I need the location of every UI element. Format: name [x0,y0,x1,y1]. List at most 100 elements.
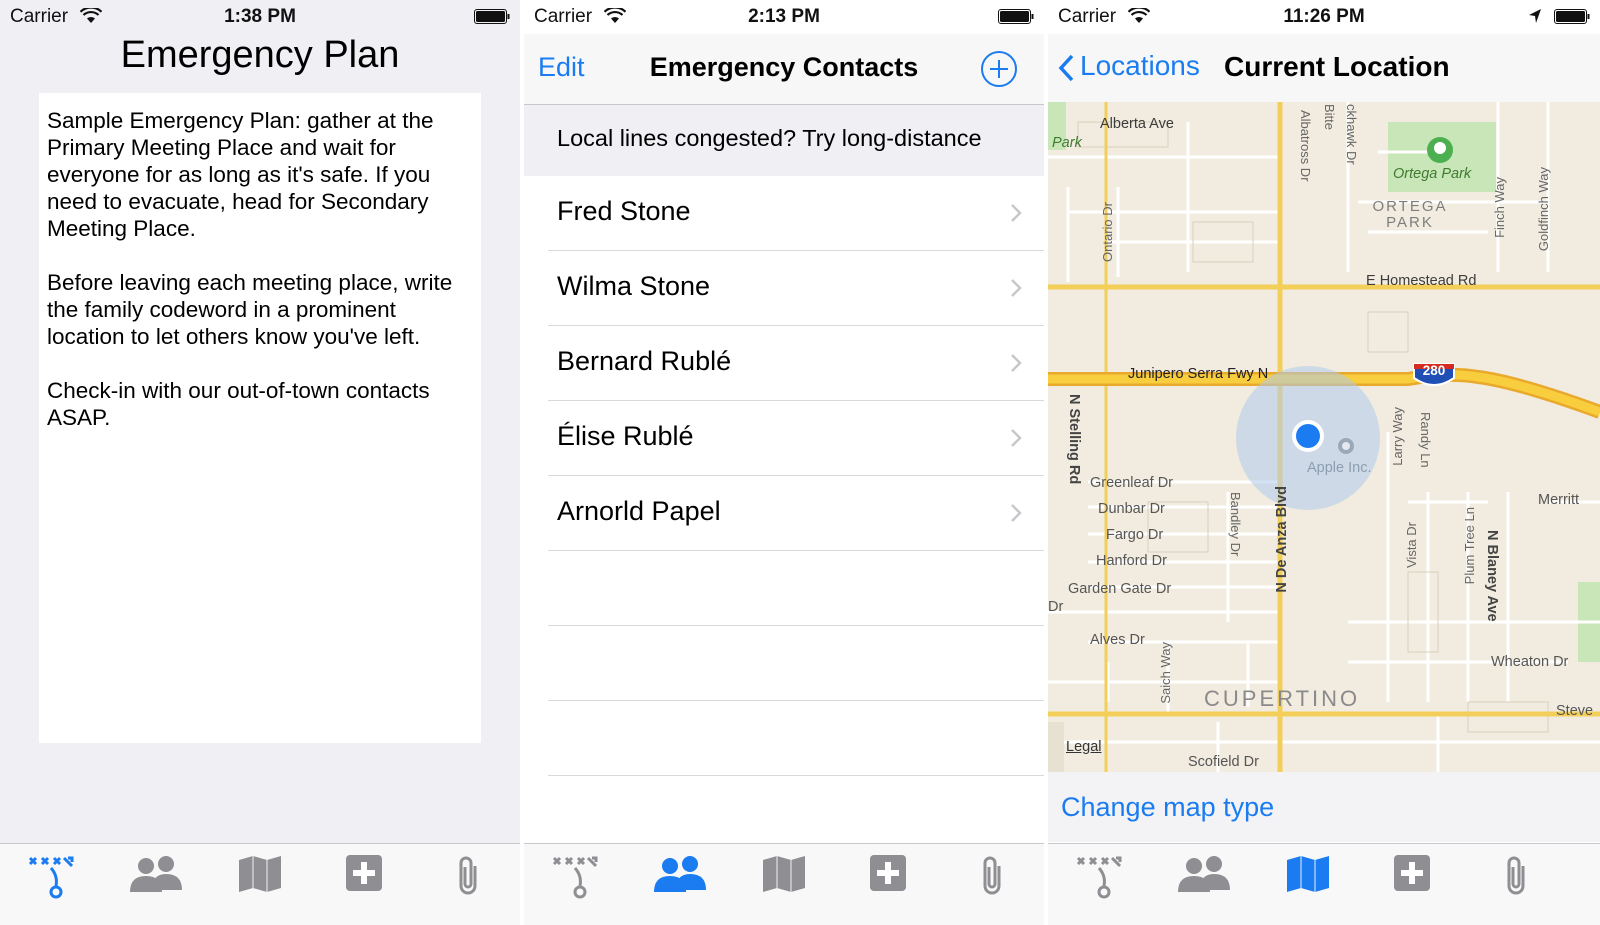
map-label: E Homestead Rd [1366,273,1477,289]
status-bar: Carrier 1:38 PM [0,0,520,34]
map-label: Saich Way [1158,642,1173,704]
folded-map-icon [1287,856,1329,892]
folded-map-icon [239,856,281,892]
battery-icon [998,9,1034,24]
navigation-bar: Edit Emergency Contacts [524,34,1044,105]
map-label: Dr [1048,599,1064,615]
map-label: Alves Dr [1090,632,1145,648]
map-label: Plum Tree Ln [1462,507,1477,585]
chevron-right-icon [1011,204,1022,222]
map-label: Greenleaf Dr [1090,475,1174,491]
paperclip-icon [983,856,1001,895]
empty-row [548,551,1044,626]
tab-firstaid[interactable] [1377,854,1447,916]
chevron-right-icon [1011,354,1022,372]
map-label: N Stelling Rd [1066,394,1082,485]
plan-paragraph: Before leaving each meeting place, write… [47,270,453,349]
tab-plan[interactable] [1065,854,1135,916]
emergency-plan-screen: Carrier 1:38 PM Emergency Plan Sample Em… [0,0,520,925]
chevron-left-icon [1058,54,1074,81]
contact-row[interactable]: Élise Rublé [548,401,1044,476]
plan-text-area[interactable]: Sample Emergency Plan: gather at the Pri… [39,93,481,743]
map-label: Hanford Dr [1096,553,1167,569]
contacts-group-icon [654,856,706,892]
map-label: Fargo Dr [1106,527,1164,543]
chevron-right-icon [1011,504,1022,522]
map-label: Finch Way [1492,177,1507,238]
battery-icon [1554,9,1590,24]
add-circle-icon[interactable] [980,50,1018,88]
map-label: CUPERTINO [1204,686,1361,711]
change-map-type-bar: Change map type [1048,772,1600,842]
contact-name: Bernard Rublé [557,346,732,376]
map-label: Goldfinch Way [1536,167,1551,252]
current-location-dot[interactable] [1296,424,1320,448]
map-label: Apple Inc. [1307,460,1372,476]
legal-link[interactable]: Legal [1066,739,1101,755]
map-label: Albatross Dr [1298,110,1313,182]
banner-text: Local lines congested? Try long-distance [557,125,982,151]
battery-icon [474,9,510,24]
map-label: Junipero Serra Fwy N [1128,366,1269,382]
chevron-right-icon [1011,279,1022,297]
tab-contacts[interactable] [645,854,715,916]
map-label: ckhawk Dr [1344,104,1359,165]
tab-map[interactable] [225,854,295,916]
clock: 2:13 PM [748,6,820,27]
tab-bar [0,843,520,925]
map-label: Park [1052,135,1082,151]
tab-attachments[interactable] [957,854,1027,916]
clock: 1:38 PM [224,6,296,27]
back-button[interactable]: Locations [1058,50,1200,82]
contact-name: Wilma Stone [557,271,711,301]
contact-row[interactable]: Arnorld Papel [548,476,1044,551]
map-label: Randy Ln [1418,412,1433,468]
contacts-group-icon [1178,856,1230,892]
contact-row[interactable]: Bernard Rublé [548,326,1044,401]
map-label: Alberta Ave [1100,116,1174,132]
change-map-type-button[interactable]: Change map type [1061,792,1274,823]
plan-paragraph: Sample Emergency Plan: gather at the Pri… [47,108,434,241]
tab-bar [524,843,1044,925]
contact-row[interactable]: Fred Stone [548,176,1044,251]
map-label: Dunbar Dr [1098,501,1165,517]
tab-firstaid[interactable] [853,854,923,916]
tab-plan[interactable] [17,854,87,916]
tab-contacts[interactable] [121,854,191,916]
tab-attachments[interactable] [1481,854,1551,916]
tab-contacts[interactable] [1169,854,1239,916]
nav-title: Emergency Contacts [649,52,919,82]
map-label: Vista Dr [1404,522,1419,568]
tab-bar [1048,843,1600,925]
map-label: Bandley Dr [1228,492,1243,557]
strategy-plan-icon [552,856,598,899]
tab-firstaid[interactable] [329,854,399,916]
nav-title: Current Location [1224,51,1450,82]
contact-name: Arnorld Papel [557,496,721,526]
tab-attachments[interactable] [433,854,503,916]
strategy-plan-icon [1076,856,1122,899]
map-label: 280 [1422,363,1446,378]
map-label: N Blaney Ave [1484,530,1500,622]
strategy-plan-icon [28,856,74,899]
map-label: Scofield Dr [1188,754,1259,770]
map-label: ORTEGA PARK [1372,198,1448,231]
page-title: Emergency Plan [120,34,400,76]
long-distance-banner[interactable]: Local lines congested? Try long-distance [524,105,1044,176]
map-label: Steve [1556,703,1594,719]
emergency-contacts-screen: Carrier 2:13 PM Edit Emergency Contacts … [524,0,1044,925]
tab-map[interactable] [749,854,819,916]
first-aid-plus-icon [346,855,382,891]
chevron-right-icon [1011,429,1022,447]
map-canvas [1048,102,1600,772]
first-aid-plus-icon [870,855,906,891]
contact-row[interactable]: Wilma Stone [548,251,1044,326]
tab-map[interactable] [1273,854,1343,916]
contacts-group-icon [130,856,182,892]
map-label: Wheaton Dr [1491,654,1569,670]
map-view[interactable]: Alberta Ave Park Albatross Dr Bitte ckha… [1048,102,1600,772]
status-bar: Carrier 11:26 PM [1048,0,1600,34]
contact-name: Élise Rublé [557,421,694,451]
status-bar: Carrier 2:13 PM [524,0,1044,34]
tab-plan[interactable] [541,854,611,916]
